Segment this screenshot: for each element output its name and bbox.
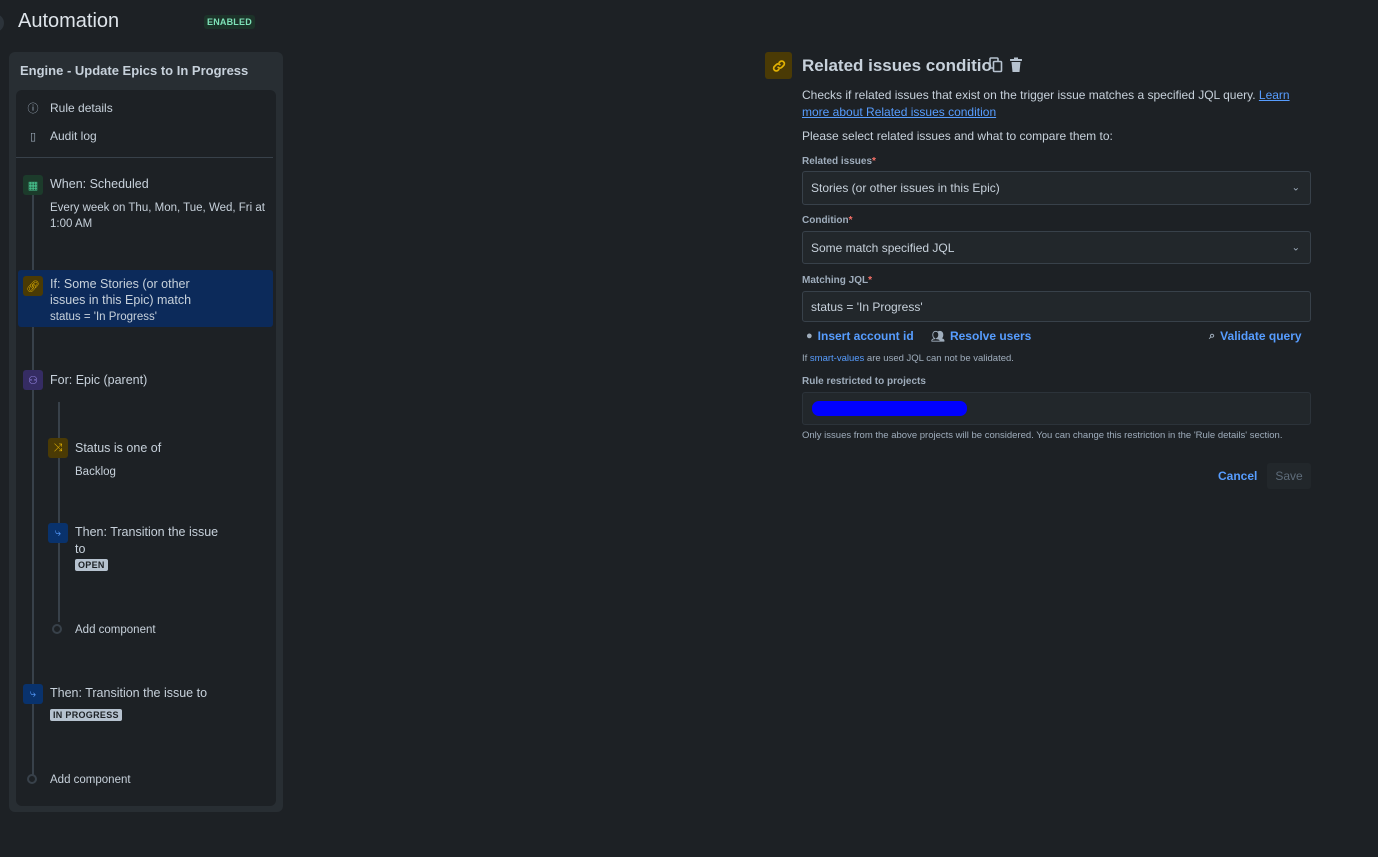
related-issues-label-text: Related issues bbox=[802, 156, 873, 167]
condition-title-line1: If: Some Stories (or other bbox=[50, 277, 190, 291]
branch-title: For: Epic (parent) bbox=[50, 373, 148, 387]
branch-step[interactable]: ⚇ For: Epic (parent) bbox=[16, 368, 274, 392]
chevron-down-icon: ⌄ bbox=[1291, 182, 1300, 194]
rule-name: Engine - Update Epics to In Progress bbox=[20, 63, 249, 78]
add-component-label: Add component bbox=[50, 774, 131, 786]
rule-details-label: Rule details bbox=[50, 101, 113, 115]
hint-suffix: are used JQL can not be validated. bbox=[864, 353, 1014, 364]
copy-icon[interactable] bbox=[989, 57, 1003, 73]
condition-label-text: Condition bbox=[802, 215, 849, 226]
branch-action-title-line2: to bbox=[75, 542, 86, 556]
add-dot-icon bbox=[52, 624, 62, 634]
search-icon: ⌕ bbox=[1209, 329, 1216, 342]
rule-editor: ⓘ Rule details ▯ Audit log ▦ When: Sched… bbox=[16, 90, 276, 806]
condition-title-line2: issues in this Epic) match bbox=[50, 293, 192, 307]
hierarchy-icon: ⚇ bbox=[23, 370, 43, 390]
insert-account-id-label: Insert account id bbox=[817, 329, 914, 343]
projects-label: Rule restricted to projects bbox=[802, 376, 926, 387]
back-button[interactable] bbox=[0, 14, 4, 32]
audit-log-link[interactable]: ▯ Audit log bbox=[26, 129, 97, 143]
projects-field bbox=[802, 392, 1311, 425]
status-lozenge-open: OPEN bbox=[75, 559, 108, 571]
save-button[interactable]: Save bbox=[1267, 463, 1311, 489]
matching-jql-label: Matching JQL* bbox=[802, 275, 873, 286]
rule-details-link[interactable]: ⓘ Rule details bbox=[26, 100, 113, 116]
link-icon bbox=[765, 52, 792, 79]
chevron-down-icon: ⌄ bbox=[1291, 242, 1300, 253]
user-circle-icon: ● bbox=[806, 330, 813, 342]
divider bbox=[16, 157, 273, 158]
shuffle-icon: ⤨ bbox=[48, 438, 68, 458]
resolve-users-label: Resolve users bbox=[949, 329, 1032, 343]
condition-step[interactable]: 🔗︎ If: Some Stories (or other issues in … bbox=[16, 270, 274, 327]
rule-panel: Engine - Update Epics to In Progress ⓘ R… bbox=[9, 52, 283, 812]
instructions: Please select related issues and what to… bbox=[802, 129, 1113, 143]
branch-condition-detail: Backlog bbox=[75, 466, 116, 478]
branch-condition-title: Status is one of bbox=[75, 441, 162, 455]
trigger-detail: Every week on Thu, Mon, Tue, Wed, Fri at bbox=[50, 202, 265, 214]
status-lozenge-in-progress: IN PROGRESS bbox=[50, 709, 122, 721]
link-icon: 🔗︎ bbox=[23, 276, 43, 296]
component-description: Checks if related issues that exist on t… bbox=[802, 87, 1312, 121]
trigger-step[interactable]: ▦ When: Scheduled Every week on Thu, Mon… bbox=[16, 174, 274, 234]
related-issues-value: Stories (or other issues in this Epic) bbox=[811, 181, 1000, 195]
validate-query-label: Validate query bbox=[1220, 329, 1302, 343]
branch-action-title-line1: Then: Transition the issue bbox=[75, 525, 219, 539]
condition-select[interactable]: Some match specified JQL ⌄ bbox=[802, 231, 1311, 264]
branch-condition-step[interactable]: ⤨ Status is one of Backlog bbox=[41, 436, 274, 482]
branch-add-component[interactable]: Add component bbox=[41, 620, 241, 638]
action-step[interactable]: ⤷ Then: Transition the issue to IN PROGR… bbox=[16, 682, 274, 722]
redacted-project-name bbox=[812, 401, 967, 416]
component-title: Related issues condition bbox=[802, 56, 1003, 75]
related-issues-label: Related issues* bbox=[802, 156, 876, 167]
document-icon: ▯ bbox=[29, 130, 37, 143]
delete-icon[interactable] bbox=[1009, 57, 1023, 73]
action-title: Then: Transition the issue to bbox=[50, 686, 208, 700]
cancel-button[interactable]: Cancel bbox=[1212, 463, 1263, 489]
transition-icon: ⤷ bbox=[23, 684, 43, 704]
condition-value: Some match specified JQL bbox=[811, 240, 955, 255]
validate-query-button[interactable]: ⌕ Validate query bbox=[1209, 329, 1302, 343]
description-text: Checks if related issues that exist on t… bbox=[802, 88, 1259, 102]
trigger-detail-time: 1:00 AM bbox=[50, 218, 93, 230]
info-icon: ⓘ bbox=[27, 103, 39, 115]
trigger-title: When: Scheduled bbox=[50, 177, 149, 191]
page-title: Automation bbox=[18, 10, 120, 32]
status-badge: ENABLED bbox=[204, 15, 255, 29]
resolve-users-button[interactable]: 👥︎ Resolve users bbox=[931, 329, 1031, 343]
people-icon: 👥︎ bbox=[931, 330, 945, 343]
transition-icon: ⤷ bbox=[48, 523, 68, 543]
branch-action-step[interactable]: ⤷ Then: Transition the issue to OPEN bbox=[41, 521, 274, 573]
audit-log-label: Audit log bbox=[50, 129, 97, 143]
add-dot-icon bbox=[27, 774, 37, 784]
smart-values-link[interactable]: smart-values bbox=[810, 353, 864, 364]
projects-hint: Only issues from the above projects will… bbox=[802, 430, 1283, 441]
hint-prefix: If bbox=[802, 353, 810, 364]
insert-account-id-button[interactable]: ● Insert account id bbox=[806, 329, 914, 343]
condition-label: Condition* bbox=[802, 215, 853, 226]
calendar-icon: ▦ bbox=[23, 175, 43, 195]
branch-flow-line bbox=[58, 402, 60, 622]
condition-detail: status = 'In Progress' bbox=[50, 311, 157, 323]
branch-add-component-label: Add component bbox=[75, 624, 156, 636]
matching-jql-input[interactable]: status = 'In Progress' bbox=[802, 291, 1311, 322]
matching-jql-value: status = 'In Progress' bbox=[811, 299, 923, 314]
matching-jql-label-text: Matching JQL bbox=[802, 275, 869, 286]
smart-values-hint: If smart-values are used JQL can not be … bbox=[802, 353, 1014, 364]
related-issues-select[interactable]: Stories (or other issues in this Epic) ⌄ bbox=[802, 171, 1311, 205]
add-component[interactable]: Add component bbox=[16, 770, 216, 788]
